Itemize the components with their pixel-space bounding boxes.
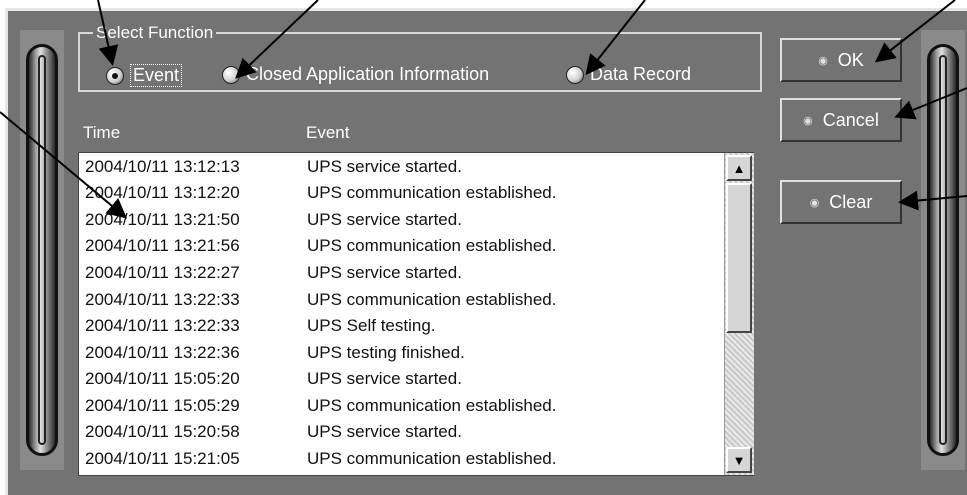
radio-event-label: Event [130,64,183,87]
event-time: 2004/10/11 13:21:50 [85,210,240,229]
event-time: 2004/10/11 13:12:13 [85,157,240,176]
radio-data-label: Data Record [590,64,692,84]
event-text: UPS service started. [307,263,462,282]
event-list-scrollbar[interactable]: ▲ ▼ [724,153,754,475]
left-decorative-rail [20,30,64,470]
clear-button-label: Clear [829,191,873,212]
clear-button[interactable]: ◉ Clear [780,180,902,224]
event-text: UPS service started. [307,157,462,176]
event-text: UPS service started. [307,369,462,388]
radio-event[interactable]: Event [106,64,183,87]
radio-button-icon [566,65,584,84]
ok-button-label: OK [837,49,864,70]
event-text: UPS communication established. [307,449,557,468]
button-bullet-icon: ◉ [809,196,820,209]
event-list[interactable]: 2004/10/11 13:12:13 UPS service started. … [78,152,754,476]
scrollbar-thumb[interactable] [726,183,752,333]
radio-data-record[interactable]: Data Record [566,64,691,85]
event-text: UPS service started. [307,210,462,229]
event-time: 2004/10/11 13:22:36 [85,343,240,362]
select-function-legend: Select Function [93,23,217,43]
radio-button-icon [106,66,124,85]
event-time: 2004/10/11 13:12:20 [85,183,240,202]
cancel-button-label: Cancel [822,109,879,130]
cancel-button[interactable]: ◉ Cancel [780,98,902,142]
right-decorative-rail [921,30,965,470]
event-text: UPS communication established. [307,236,557,255]
button-bullet-icon: ◉ [818,54,828,67]
event-time: 2004/10/11 13:21:56 [85,236,240,255]
event-text: UPS service started. [307,422,462,441]
radio-closed-label: Closed Application Information [246,64,490,84]
event-text: UPS communication established. [307,290,557,309]
event-time: 2004/10/11 13:22:33 [85,290,240,309]
arrow-down-icon[interactable]: ▼ [726,447,752,473]
ok-button[interactable]: ◉ OK [780,38,902,82]
event-text: UPS testing finished. [307,343,465,362]
event-text: UPS communication established. [307,183,557,202]
column-header-event[interactable]: Event [306,123,349,143]
button-bullet-icon: ◉ [803,114,813,127]
event-time: 2004/10/11 15:05:29 [85,396,240,415]
event-time: 2004/10/11 13:22:27 [85,263,240,282]
event-text: UPS communication established. [307,396,557,415]
column-header-time[interactable]: Time [83,123,120,143]
arrow-up-icon[interactable]: ▲ [726,155,752,181]
event-time: 2004/10/11 15:21:05 [85,449,240,468]
radio-closed-application-information[interactable]: Closed Application Information [222,64,489,85]
radio-button-icon [222,65,240,84]
event-time: 2004/10/11 15:20:58 [85,422,240,441]
event-text: UPS Self testing. [307,316,436,335]
event-time: 2004/10/11 13:22:33 [85,316,240,335]
event-time: 2004/10/11 15:05:20 [85,369,240,388]
